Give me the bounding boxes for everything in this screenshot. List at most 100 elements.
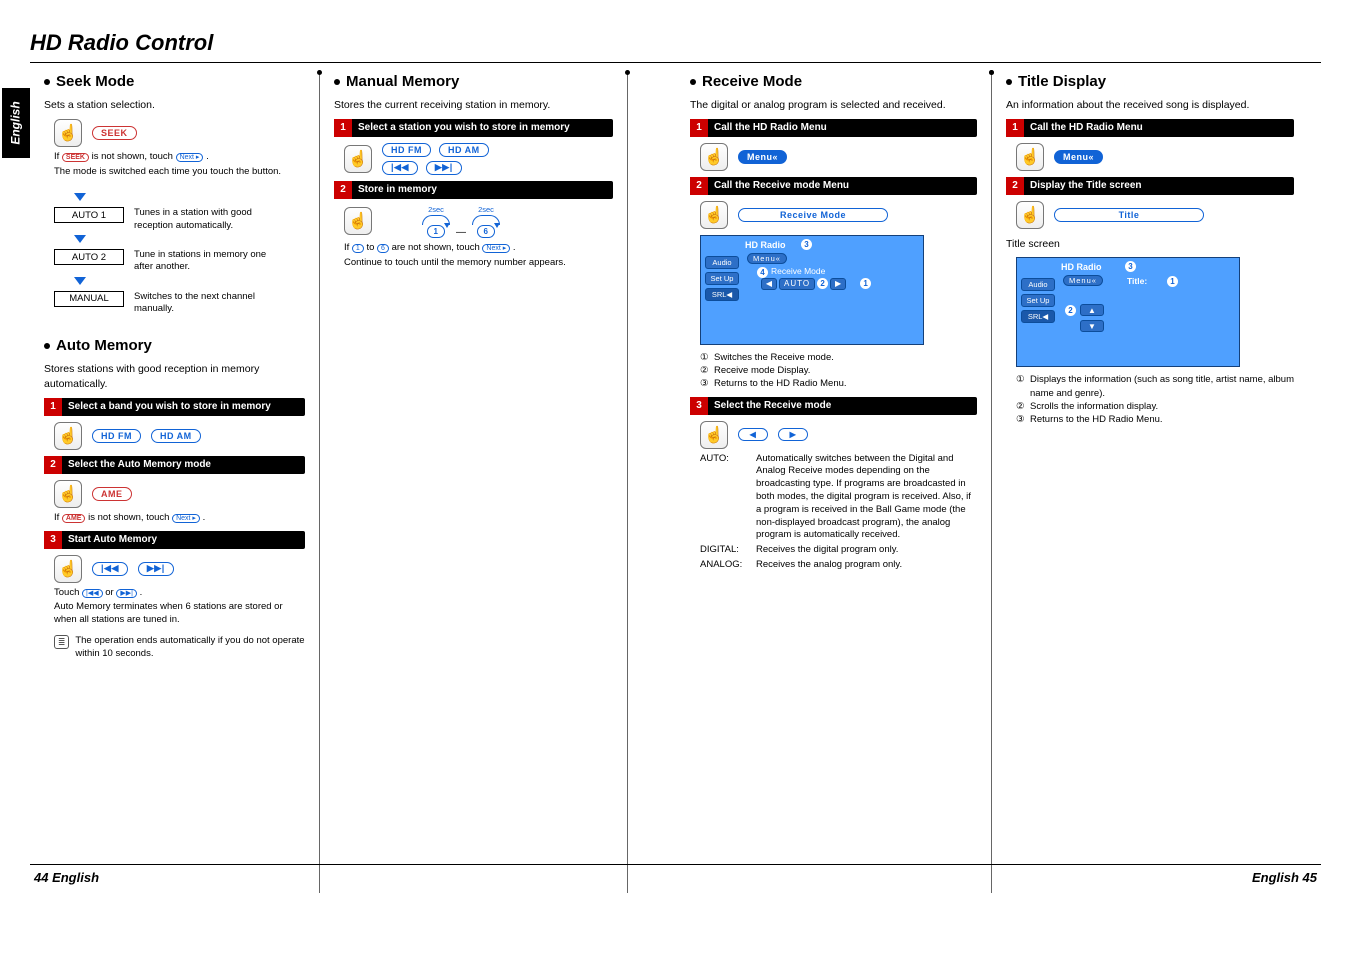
down-arrow-icon (74, 193, 86, 201)
circle-1-icon: 1 (1167, 276, 1178, 287)
prev-mini: |◀◀ (82, 589, 103, 598)
auto1-desc: Tunes in a station with good reception a… (134, 207, 284, 232)
title-button[interactable]: Title (1054, 208, 1204, 222)
rx-ann2: ②Receive mode Display. (700, 364, 977, 377)
screen-title-label: Title: (1127, 276, 1147, 286)
circle-2-icon: 2 (817, 278, 828, 289)
circle-1-icon: 1 (860, 278, 871, 289)
mm-step2: 2Store in memory (334, 181, 613, 199)
next-mini[interactable]: Next ▸ (176, 153, 204, 162)
next-mini[interactable]: Next ▸ (172, 514, 200, 523)
receive-heading: Receive Mode (702, 73, 802, 90)
touch-icon: ☝ (1016, 201, 1044, 229)
td-ann3: ③Returns to the HD Radio Menu. (1016, 413, 1294, 426)
screen-rm-label: Receive Mode (771, 266, 825, 276)
hold-label: 2sec (478, 205, 494, 214)
touch-icon: ☝ (344, 207, 372, 235)
hold-label: 2sec (428, 205, 444, 214)
page-number-left: 44 English (34, 870, 99, 885)
title-screen-label: Title screen (1006, 237, 1294, 252)
top-rule (30, 62, 1321, 63)
receive-mode-screen: HD Radio 3 Audio Set Up SRL◀ Menu« Recei… (700, 235, 924, 345)
prev-track-button[interactable]: |◀◀ (92, 562, 128, 576)
menu-button[interactable]: Menu« (1054, 150, 1103, 164)
tab-audio[interactable]: Audio (705, 256, 739, 269)
prev-track-button[interactable]: |◀◀ (382, 161, 418, 175)
hd-am-button[interactable]: HD AM (151, 429, 201, 443)
screen-title: HD Radio (1061, 262, 1102, 272)
mm-continue: Continue to touch until the memory numbe… (344, 257, 613, 270)
td-intro: An information about the received song i… (1006, 98, 1294, 113)
preset-1-button[interactable]: 1 (427, 225, 446, 238)
tab-srl[interactable]: SRL◀ (1021, 310, 1055, 323)
note-icon: ≣ (54, 635, 69, 649)
auto2-desc: Tune in stations in memory one after ano… (134, 249, 284, 274)
left-button[interactable]: ◀ (761, 278, 777, 290)
one-mini: 1 (352, 244, 364, 253)
receive-mode-button[interactable]: Receive Mode (738, 208, 888, 222)
seek-mini: SEEK (62, 153, 89, 162)
next-mini2: ▶▶| (116, 589, 137, 598)
mm-if-line: If 1 to 6 are not shown, touch Next ▸ . (344, 242, 613, 255)
circle-2-icon: 2 (1065, 305, 1076, 316)
next-track-button[interactable]: ▶▶| (138, 562, 174, 576)
td-step1: 1Call the HD Radio Menu (1006, 119, 1294, 137)
language-tab: English (2, 88, 30, 158)
ame-note: If AME is not shown, touch Next ▸ . (54, 512, 305, 525)
six-mini: 6 (377, 244, 389, 253)
next-mini[interactable]: Next ▸ (482, 244, 510, 253)
left-button[interactable]: ◀ (738, 428, 768, 441)
down-arrow-icon (74, 235, 86, 243)
am-touch-line: Touch |◀◀ or ▶▶| . (54, 587, 305, 600)
circle-3-icon: 3 (801, 239, 812, 250)
down-button[interactable]: ▼ (1080, 320, 1104, 332)
hd-fm-button[interactable]: HD FM (382, 143, 431, 157)
rx-step2: 2Call the Receive mode Menu (690, 177, 977, 195)
hd-fm-button[interactable]: HD FM (92, 429, 141, 443)
seek-note1: If SEEK is not shown, touch Next ▸ . (54, 151, 305, 164)
hd-am-button[interactable]: HD AM (439, 143, 489, 157)
touch-icon: ☝ (54, 555, 82, 583)
ame-mini: AME (62, 514, 86, 523)
touch-icon: ☝ (54, 422, 82, 450)
rx-ann1: ①Switches the Receive mode. (700, 351, 977, 364)
touch-icon: ☝ (700, 201, 728, 229)
circle-3-icon: 3 (1125, 261, 1136, 272)
page-title: HD Radio Control (30, 30, 1321, 56)
def-digital: DIGITAL: Receives the digital program on… (700, 544, 977, 557)
right-button[interactable]: ▶ (778, 428, 808, 441)
mm-intro: Stores the current receiving station in … (334, 98, 613, 113)
preset-6-button[interactable]: 6 (477, 225, 496, 238)
manual-desc: Switches to the next channel manually. (134, 291, 284, 316)
menu-button[interactable]: Menu« (738, 150, 787, 164)
touch-icon: ☝ (54, 119, 82, 147)
title-display-heading: Title Display (1018, 73, 1106, 90)
mode-manual: MANUAL (54, 291, 124, 307)
td-step2: 2Display the Title screen (1006, 177, 1294, 195)
rx-step1: 1Call the HD Radio Menu (690, 119, 977, 137)
screen-menu-chip[interactable]: Menu« (1063, 275, 1103, 286)
right-button[interactable]: ▶ (830, 278, 846, 290)
seek-button[interactable]: SEEK (92, 126, 137, 140)
td-ann2: ②Scrolls the information display. (1016, 400, 1294, 413)
rx-intro: The digital or analog program is selecte… (690, 98, 977, 113)
def-analog: ANALOG: Receives the analog program only… (700, 559, 977, 572)
bottom-rule (30, 864, 1321, 865)
page-number-right: English 45 (1252, 870, 1317, 885)
next-track-button[interactable]: ▶▶| (426, 161, 462, 175)
up-button[interactable]: ▲ (1080, 304, 1104, 316)
am-step1: 1Select a band you wish to store in memo… (44, 398, 305, 416)
auto-value: AUTO (779, 278, 815, 290)
tab-audio[interactable]: Audio (1021, 278, 1055, 291)
tab-setup[interactable]: Set Up (705, 272, 739, 285)
auto-memory-intro: Stores stations with good reception in m… (44, 362, 305, 391)
tab-setup[interactable]: Set Up (1021, 294, 1055, 307)
ame-button[interactable]: AME (92, 487, 132, 501)
rx-step3: 3Select the Receive mode (690, 397, 977, 415)
title-screen: HD Radio 3 Audio Set Up SRL◀ Menu« Title… (1016, 257, 1240, 367)
rx-ann3: ③Returns to the HD Radio Menu. (700, 377, 977, 390)
tab-srl[interactable]: SRL◀ (705, 288, 739, 301)
screen-menu-chip[interactable]: Menu« (747, 253, 787, 264)
seek-heading: Seek Mode (56, 73, 134, 90)
touch-icon: ☝ (344, 145, 372, 173)
